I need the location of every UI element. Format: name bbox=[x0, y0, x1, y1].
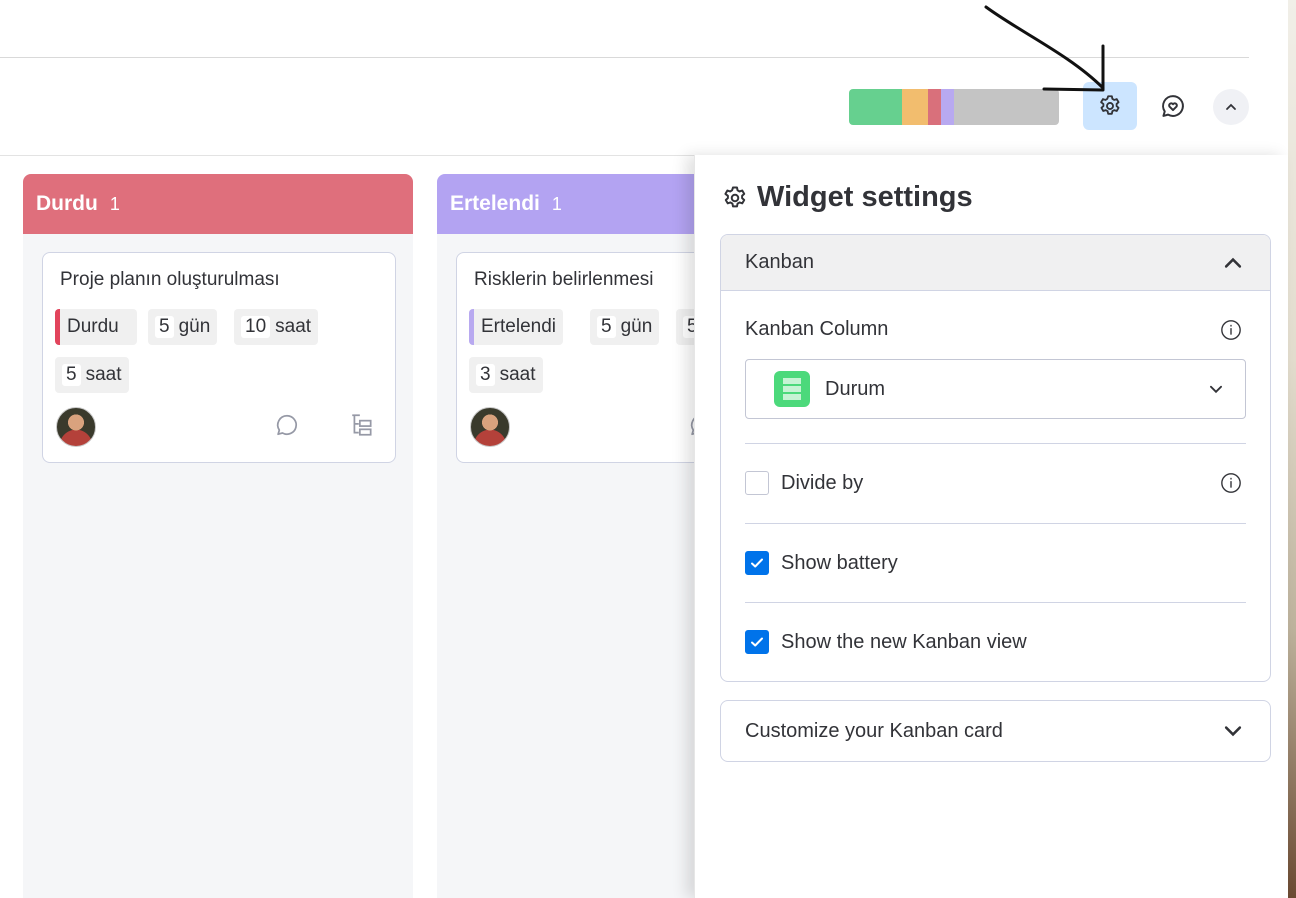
divider bbox=[745, 443, 1246, 444]
option-label: Show battery bbox=[781, 551, 898, 574]
battery-segment-empty bbox=[954, 89, 1059, 125]
comment-icon bbox=[276, 414, 298, 436]
chip-number: 3 bbox=[476, 364, 495, 386]
chip-unit: saat bbox=[499, 364, 536, 385]
kanban-card[interactable]: Proje planın oluşturulması Durdu 5 gün 1… bbox=[42, 252, 396, 463]
section-title: Customize your Kanban card bbox=[745, 719, 1003, 742]
battery-segment-durdu bbox=[927, 89, 941, 125]
panel-title: Widget settings bbox=[757, 181, 973, 213]
customize-card-section: Customize your Kanban card bbox=[720, 700, 1271, 762]
status-column-icon bbox=[774, 371, 810, 407]
subitems-button[interactable] bbox=[347, 410, 377, 440]
column-title: Ertelendi bbox=[450, 192, 540, 215]
top-divider bbox=[0, 57, 1249, 58]
option-left: Show battery bbox=[745, 551, 898, 575]
option-left: Divide by bbox=[745, 471, 863, 495]
status-label: Durdu bbox=[67, 316, 119, 337]
board-top-border bbox=[0, 155, 700, 156]
option-label: Show the new Kanban view bbox=[781, 630, 1027, 653]
subitems-icon bbox=[352, 414, 372, 436]
status-label: Ertelendi bbox=[481, 316, 556, 337]
info-icon[interactable] bbox=[1220, 319, 1242, 341]
kanban-page: Durdu 1 Proje planın oluşturulması Durdu… bbox=[0, 0, 1296, 898]
gear-icon bbox=[1100, 95, 1120, 115]
kanban-section-header[interactable]: Kanban bbox=[721, 235, 1270, 291]
chip-number: 5 bbox=[597, 316, 616, 338]
chip-unit: saat bbox=[275, 316, 312, 337]
divide-by-checkbox[interactable] bbox=[745, 471, 769, 495]
kanban-column-durdu: Durdu 1 Proje planın oluşturulması Durdu… bbox=[23, 174, 413, 898]
kanban-column-field: Kanban Column bbox=[745, 318, 1242, 341]
avatar[interactable] bbox=[470, 407, 510, 447]
column-count: 1 bbox=[551, 193, 562, 214]
status-battery[interactable] bbox=[849, 89, 1059, 125]
chevron-up-icon bbox=[1224, 257, 1242, 268]
widget-settings-panel: Widget settings Kanban Kanban Column Dur… bbox=[694, 155, 1288, 898]
status-chip[interactable]: Durdu bbox=[55, 309, 137, 345]
chat-heart-icon bbox=[1162, 95, 1184, 117]
status-color-bar bbox=[55, 309, 60, 345]
avatar[interactable] bbox=[56, 407, 96, 447]
panel-header: Widget settings bbox=[721, 181, 973, 214]
kanban-section: Kanban Kanban Column Durum Divide by Sho… bbox=[720, 234, 1271, 682]
duration-chip[interactable]: 5 gün bbox=[590, 309, 660, 345]
chevron-down-icon bbox=[1224, 726, 1242, 737]
hours-chip[interactable]: 3 saat bbox=[469, 357, 543, 393]
chip-number: 10 bbox=[241, 316, 271, 338]
column-header[interactable]: Durdu 1 bbox=[23, 174, 413, 234]
kanban-column-label: Kanban Column bbox=[745, 318, 889, 340]
hours-chip[interactable]: 10 saat bbox=[234, 309, 319, 345]
checkmark-icon bbox=[751, 637, 763, 647]
chip-unit: saat bbox=[85, 364, 122, 385]
card-title[interactable]: Proje planın oluşturulması bbox=[60, 269, 280, 291]
customize-card-header[interactable]: Customize your Kanban card bbox=[721, 701, 1270, 761]
duration-chip[interactable]: 5 gün bbox=[148, 309, 218, 345]
widget-settings-button[interactable] bbox=[1083, 82, 1137, 130]
option-left: Show the new Kanban view bbox=[745, 630, 1027, 654]
chip-number: 5 bbox=[155, 316, 174, 338]
chip-unit: gün bbox=[178, 316, 211, 337]
status-chip[interactable]: Ertelendi bbox=[469, 309, 563, 345]
column-title: Durdu bbox=[36, 192, 98, 215]
chip-number: 5 bbox=[62, 364, 81, 386]
dropdown-value-label: Durum bbox=[825, 377, 886, 400]
dropdown-value: Durum bbox=[774, 371, 885, 407]
option-divide-by[interactable]: Divide by bbox=[745, 471, 1242, 495]
chip-unit: gün bbox=[620, 316, 653, 337]
gear-icon bbox=[724, 186, 746, 207]
option-show-battery[interactable]: Show battery bbox=[745, 551, 1242, 575]
collapse-button[interactable] bbox=[1213, 89, 1249, 125]
status-color-bar bbox=[469, 309, 474, 345]
chevron-down-icon bbox=[1209, 385, 1223, 394]
background-edge bbox=[1288, 0, 1296, 898]
new-kanban-view-checkbox[interactable] bbox=[745, 630, 769, 654]
battery-segment-calisiliyor bbox=[901, 89, 928, 125]
column-count: 1 bbox=[109, 193, 120, 214]
updates-button[interactable] bbox=[272, 410, 302, 440]
info-icon[interactable] bbox=[1220, 472, 1242, 494]
section-title: Kanban bbox=[745, 251, 814, 273]
option-new-kanban-view[interactable]: Show the new Kanban view bbox=[745, 630, 1242, 654]
feedback-button[interactable] bbox=[1146, 82, 1200, 130]
show-battery-checkbox[interactable] bbox=[745, 551, 769, 575]
hours-chip[interactable]: 5 saat bbox=[55, 357, 129, 393]
battery-segment-bitti bbox=[849, 89, 902, 125]
option-label: Divide by bbox=[781, 471, 864, 494]
chevron-up-icon bbox=[1226, 103, 1236, 110]
divider bbox=[745, 602, 1246, 603]
card-title[interactable]: Risklerin belirlenmesi bbox=[474, 269, 654, 291]
divider bbox=[745, 523, 1246, 524]
checkmark-icon bbox=[751, 558, 763, 568]
kanban-column-dropdown[interactable]: Durum bbox=[745, 359, 1246, 419]
battery-segment-ertelendi bbox=[940, 89, 954, 125]
